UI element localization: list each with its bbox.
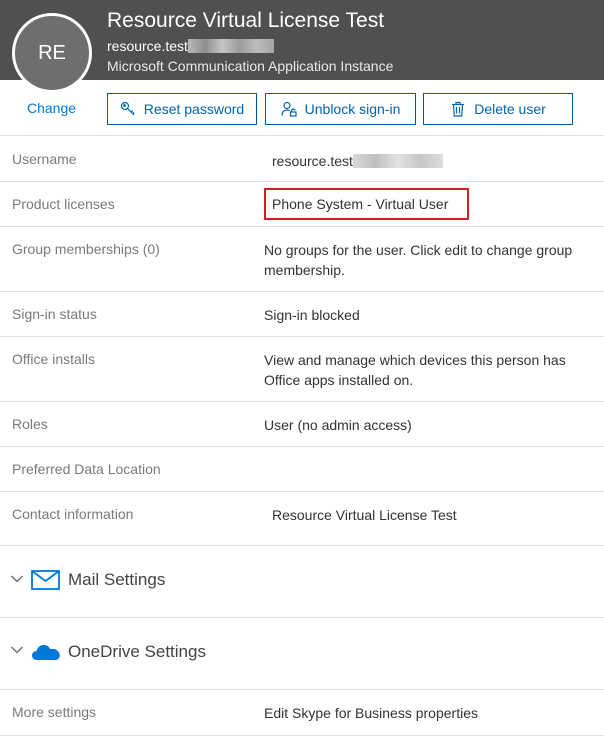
contact-information-value[interactable]: Resource Virtual License Test [272, 505, 602, 525]
property-row-signin-status: Sign-in status Sign-in blocked [0, 292, 604, 337]
username-text: resource.test [272, 153, 353, 169]
user-header: Resource Virtual License Test resource.t… [0, 0, 604, 80]
unblock-signin-button[interactable]: Unblock sign-in [265, 93, 416, 125]
reset-password-button[interactable]: Reset password [107, 93, 257, 125]
office-installs-value[interactable]: View and manage which devices this perso… [264, 350, 594, 390]
key-icon [120, 101, 135, 116]
unblock-signin-label: Unblock sign-in [304, 101, 401, 117]
chevron-down-icon [11, 575, 23, 583]
mail-settings-title: Mail Settings [68, 570, 166, 589]
property-row-product-licenses: Product licenses Phone System - Virtual … [0, 182, 604, 227]
username-label: Username [12, 151, 77, 167]
property-row-contact-information: Contact information Resource Virtual Lic… [0, 492, 604, 546]
roles-label: Roles [12, 416, 48, 432]
onedrive-cloud-icon [32, 645, 60, 660]
office-installs-label: Office installs [12, 351, 95, 367]
upn-text: resource.test [107, 38, 188, 54]
property-row-roles: Roles User (no admin access) [0, 402, 604, 447]
property-row-username: Username resource.test [0, 137, 604, 182]
group-memberships-label: Group memberships (0) [12, 241, 160, 257]
mail-settings-section[interactable]: Mail Settings [0, 546, 604, 618]
trash-icon [452, 101, 465, 117]
avatar: RE [12, 13, 92, 93]
delete-user-button[interactable]: Delete user [423, 93, 573, 125]
property-row-group-memberships: Group memberships (0) No groups for the … [0, 227, 604, 292]
preferred-data-location-label: Preferred Data Location [12, 461, 161, 477]
product-licenses-label: Product licenses [12, 196, 115, 212]
user-principal-name: resource.test [107, 37, 274, 55]
property-row-preferred-data-location: Preferred Data Location [0, 447, 604, 492]
action-bar: Change Reset password Unblock sign-in De… [0, 80, 604, 136]
signin-status-label: Sign-in status [12, 306, 97, 322]
more-settings-label: More settings [12, 704, 97, 720]
mail-icon [31, 570, 60, 590]
group-memberships-value[interactable]: No groups for the user. Click edit to ch… [264, 240, 594, 280]
edit-skype-properties-link[interactable]: Edit Skype for Business properties [264, 703, 594, 723]
redacted-text-blur [352, 154, 443, 168]
user-unlock-icon [281, 101, 297, 117]
reset-password-label: Reset password [143, 101, 245, 117]
property-row-office-installs: Office installs View and manage which de… [0, 337, 604, 402]
signin-status-value[interactable]: Sign-in blocked [264, 305, 594, 325]
username-value: resource.test [272, 152, 443, 170]
property-row-more-settings: More settings Edit Skype for Business pr… [0, 690, 604, 736]
user-type-subtitle: Microsoft Communication Application Inst… [107, 58, 394, 74]
contact-information-label: Contact information [12, 506, 134, 522]
roles-value[interactable]: User (no admin access) [264, 415, 594, 435]
change-photo-link[interactable]: Change [27, 100, 76, 116]
user-display-name: Resource Virtual License Test [107, 9, 385, 32]
onedrive-settings-title: OneDrive Settings [68, 642, 206, 661]
product-license-value[interactable]: Phone System - Virtual User [264, 188, 469, 220]
redacted-text-blur [187, 39, 274, 53]
chevron-down-icon [11, 646, 23, 654]
onedrive-settings-section[interactable]: OneDrive Settings [0, 618, 604, 690]
delete-user-label: Delete user [474, 101, 546, 117]
